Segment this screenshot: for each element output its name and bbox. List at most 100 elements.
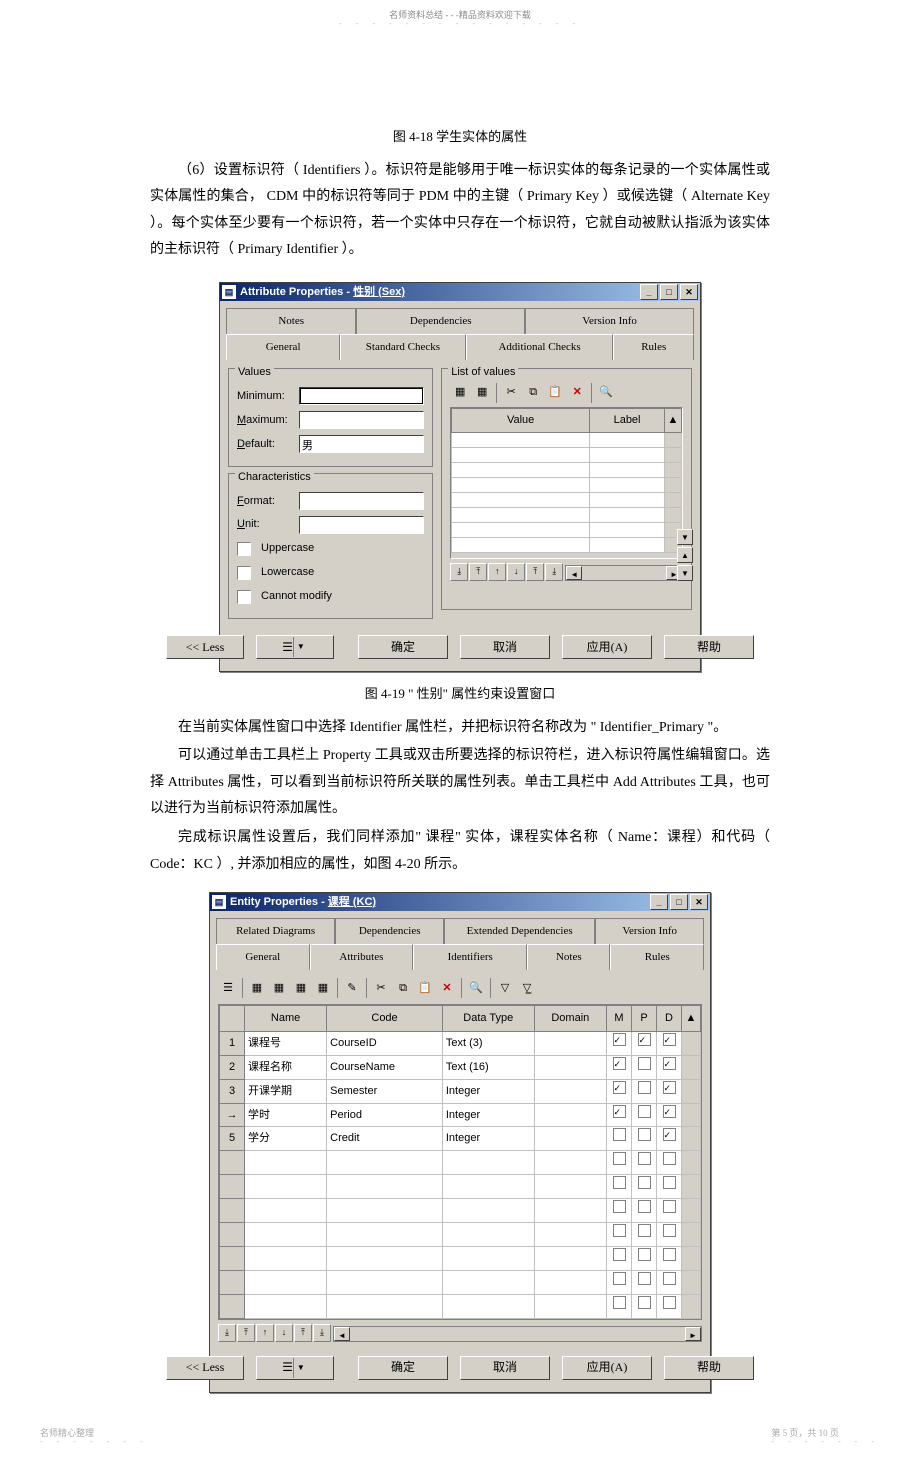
copy-icon[interactable]: ⧉ [523, 383, 543, 403]
maximize-button[interactable]: □ [670, 894, 688, 910]
tab-dependencies[interactable]: Dependencies [356, 308, 525, 334]
scroll-right-icon[interactable]: ► [685, 1327, 701, 1341]
sort-btn-4[interactable]: ↓ [507, 563, 525, 581]
wand-icon[interactable]: ✎ [342, 978, 362, 998]
tab-version-info[interactable]: Version Info [595, 918, 704, 944]
sort-btn-1[interactable]: ⤓ [450, 563, 468, 581]
sort-btn-5[interactable]: ⤒ [526, 563, 544, 581]
maximize-button[interactable]: □ [660, 284, 678, 300]
tab-related-diagrams[interactable]: Related Diagrams [216, 918, 335, 944]
minimize-button[interactable]: _ [650, 894, 668, 910]
col-m[interactable]: M [607, 1006, 632, 1032]
menu-button[interactable]: ☰▼ [256, 635, 334, 659]
table-row[interactable] [220, 1151, 701, 1175]
tab-additional-checks[interactable]: Additional Checks [466, 334, 614, 360]
sort-btn-6[interactable]: ⤓ [545, 563, 563, 581]
table-row[interactable] [220, 1199, 701, 1223]
less-button[interactable]: << Less [166, 1356, 244, 1380]
table-row[interactable]: 1课程号CourseIDText (3) [220, 1031, 701, 1055]
tab-identifiers[interactable]: Identifiers [413, 944, 527, 970]
titlebar[interactable]: ▤ Attribute Properties - 性别 (Sex) _ □ ✕ [220, 283, 700, 301]
col-p[interactable]: P [632, 1006, 657, 1032]
tab-dependencies[interactable]: Dependencies [335, 918, 444, 944]
titlebar[interactable]: ▤ Entity Properties - 课程 (KC) _ □ ✕ [210, 893, 710, 911]
sort-2[interactable]: ⤒ [237, 1324, 255, 1342]
table-row[interactable] [220, 1175, 701, 1199]
sort-4[interactable]: ↓ [275, 1324, 293, 1342]
apply-button[interactable]: 应用(A) [562, 1356, 652, 1380]
sort-btn-3[interactable]: ↑ [488, 563, 506, 581]
delete-icon[interactable]: ✕ [437, 978, 457, 998]
customize-icon[interactable]: ▽̲ [517, 978, 537, 998]
col-domain[interactable]: Domain [534, 1006, 606, 1032]
apply-button[interactable]: 应用(A) [562, 635, 652, 659]
table-row[interactable] [220, 1246, 701, 1270]
scroll-left-icon[interactable]: ◄ [334, 1327, 350, 1341]
close-button[interactable]: ✕ [680, 284, 698, 300]
cut-icon[interactable]: ✂ [371, 978, 391, 998]
table-row[interactable]: 5学分CreditInteger [220, 1127, 701, 1151]
ok-button[interactable]: 确定 [358, 635, 448, 659]
scroll-down-icon[interactable]: ▼ [677, 529, 693, 545]
tab-version-info[interactable]: Version Info [525, 308, 694, 334]
default-input[interactable]: 男 [299, 435, 424, 453]
tab-general[interactable]: General [226, 334, 340, 360]
cancel-button[interactable]: 取消 [460, 635, 550, 659]
find-icon[interactable]: 🔍 [596, 383, 616, 403]
paste-icon[interactable]: 📋 [545, 383, 565, 403]
col-d[interactable]: D [657, 1006, 682, 1032]
help-button[interactable]: 帮助 [664, 1356, 754, 1380]
tab-attributes[interactable]: Attributes [310, 944, 414, 970]
ok-button[interactable]: 确定 [358, 1356, 448, 1380]
add-row-icon[interactable]: ▦ [472, 383, 492, 403]
delete-icon[interactable]: ✕ [567, 383, 587, 403]
tab-rules[interactable]: Rules [610, 944, 704, 970]
attributes-grid[interactable]: Name Code Data Type Domain M P D ▲ 1课程号C… [218, 1004, 702, 1320]
sort-5[interactable]: ⤒ [294, 1324, 312, 1342]
menu-button[interactable]: ☰▼ [256, 1356, 334, 1380]
insert-row-icon[interactable]: ▦ [450, 383, 470, 403]
scroll-left-icon[interactable]: ◄ [566, 566, 582, 580]
filter-icon[interactable]: ▽ [495, 978, 515, 998]
tab-standard-checks[interactable]: Standard Checks [340, 334, 465, 360]
table-row[interactable] [220, 1223, 701, 1247]
table-row[interactable] [220, 1270, 701, 1294]
addx-icon[interactable]: ▦ [291, 978, 311, 998]
col-label[interactable]: Label [590, 408, 665, 432]
help-button[interactable]: 帮助 [664, 635, 754, 659]
cancel-button[interactable]: 取消 [460, 1356, 550, 1380]
properties-icon[interactable]: ☰ [218, 978, 238, 998]
minimize-button[interactable]: _ [640, 284, 658, 300]
lowercase-checkbox[interactable] [237, 566, 251, 580]
sort-btn-2[interactable]: ⤒ [469, 563, 487, 581]
table-row[interactable]: 2课程名称CourseNameText (16) [220, 1055, 701, 1079]
insert-icon[interactable]: ▦ [247, 978, 267, 998]
cut-icon[interactable]: ✂ [501, 383, 521, 403]
scroll-bottom-icon[interactable]: ▼ [677, 565, 693, 581]
tab-notes[interactable]: Notes [527, 944, 610, 970]
add-icon[interactable]: ▦ [269, 978, 289, 998]
tab-notes[interactable]: Notes [226, 308, 356, 334]
sort-1[interactable]: ⤓ [218, 1324, 236, 1342]
paste-icon[interactable]: 📋 [415, 978, 435, 998]
table-row[interactable]: →学时PeriodInteger [220, 1103, 701, 1127]
tab-extended-dependencies[interactable]: Extended Dependencies [444, 918, 595, 944]
table-row[interactable] [220, 1294, 701, 1318]
minimum-input[interactable] [299, 387, 424, 405]
sort-3[interactable]: ↑ [256, 1324, 274, 1342]
format-input[interactable] [299, 492, 424, 510]
col-value[interactable]: Value [452, 408, 590, 432]
values-grid[interactable]: ValueLabel▲ [450, 407, 683, 559]
col-code[interactable]: Code [327, 1006, 443, 1032]
less-button[interactable]: << Less [166, 635, 244, 659]
scroll-top-icon[interactable]: ▲ [677, 547, 693, 563]
cannot-modify-checkbox[interactable] [237, 590, 251, 604]
maximum-input[interactable] [299, 411, 424, 429]
uppercase-checkbox[interactable] [237, 542, 251, 556]
close-button[interactable]: ✕ [690, 894, 708, 910]
addy-icon[interactable]: ▦ [313, 978, 333, 998]
sort-6[interactable]: ⤓ [313, 1324, 331, 1342]
tab-rules[interactable]: Rules [613, 334, 694, 360]
find-icon[interactable]: 🔍 [466, 978, 486, 998]
col-datatype[interactable]: Data Type [442, 1006, 534, 1032]
